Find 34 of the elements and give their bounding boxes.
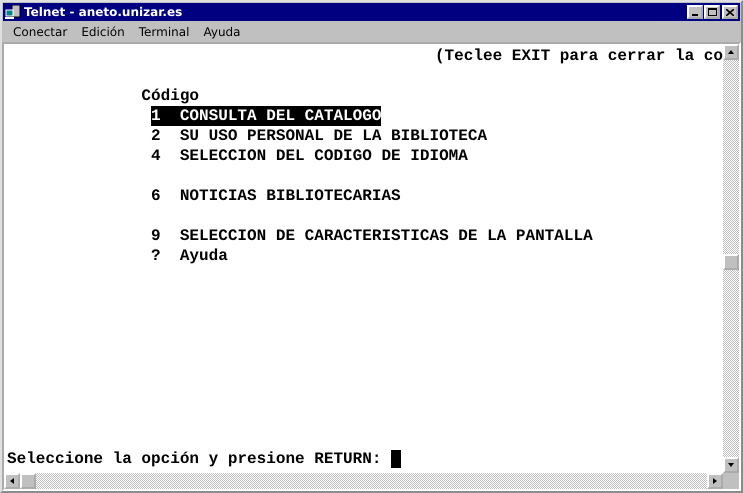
menu-item[interactable]: Conectar: [6, 25, 74, 39]
up-arrow-icon: [727, 49, 735, 55]
menu-item[interactable]: Edición: [74, 25, 132, 39]
menu-option[interactable]: 4 SELECCION DEL CODIGO DE IDIOMA: [151, 146, 468, 166]
prompt-text: Seleccione la opción y presione RETURN:: [7, 449, 382, 469]
computer-icon: [5, 5, 21, 19]
menu-option[interactable]: ? Ayuda: [151, 246, 228, 266]
scroll-up-button[interactable]: [723, 44, 739, 60]
minimize-button[interactable]: [687, 5, 703, 19]
scroll-down-button[interactable]: [723, 457, 739, 473]
right-arrow-icon: [712, 477, 718, 485]
window-title: Telnet - aneto.unizar.es: [24, 5, 184, 19]
left-arrow-icon: [9, 477, 15, 485]
menu-item[interactable]: Ayuda: [196, 25, 248, 39]
scroll-left-button[interactable]: [4, 473, 20, 489]
terminal-text: (Teclee EXIT para cerrar la co: [434, 46, 723, 66]
menu-option[interactable]: 6 NOTICIAS BIBLIOTECARIAS: [151, 186, 401, 206]
scroll-right-button[interactable]: [707, 473, 723, 489]
terminal-screen[interactable]: [4, 44, 723, 473]
menu-heading: Código: [141, 86, 200, 106]
maximize-icon: [708, 8, 716, 16]
maximize-button[interactable]: [704, 5, 720, 19]
menu-option[interactable]: 1 CONSULTA DEL CATALOGO: [151, 106, 382, 126]
horizontal-scrollbar[interactable]: [4, 473, 723, 489]
text-cursor: [391, 450, 402, 468]
down-arrow-icon: [727, 462, 735, 468]
menu-option[interactable]: 2 SU USO PERSONAL DE LA BIBLIOTECA: [151, 126, 488, 146]
scroll-thumb[interactable]: [20, 473, 36, 489]
scroll-thumb[interactable]: [723, 254, 739, 270]
menu-option[interactable]: 9 SELECCION DE CARACTERISTICAS DE LA PANTALLA: [151, 226, 593, 246]
vertical-scrollbar[interactable]: [723, 44, 739, 473]
close-button[interactable]: [722, 5, 738, 19]
close-icon: [726, 8, 734, 16]
menu-item[interactable]: Terminal: [132, 25, 196, 39]
